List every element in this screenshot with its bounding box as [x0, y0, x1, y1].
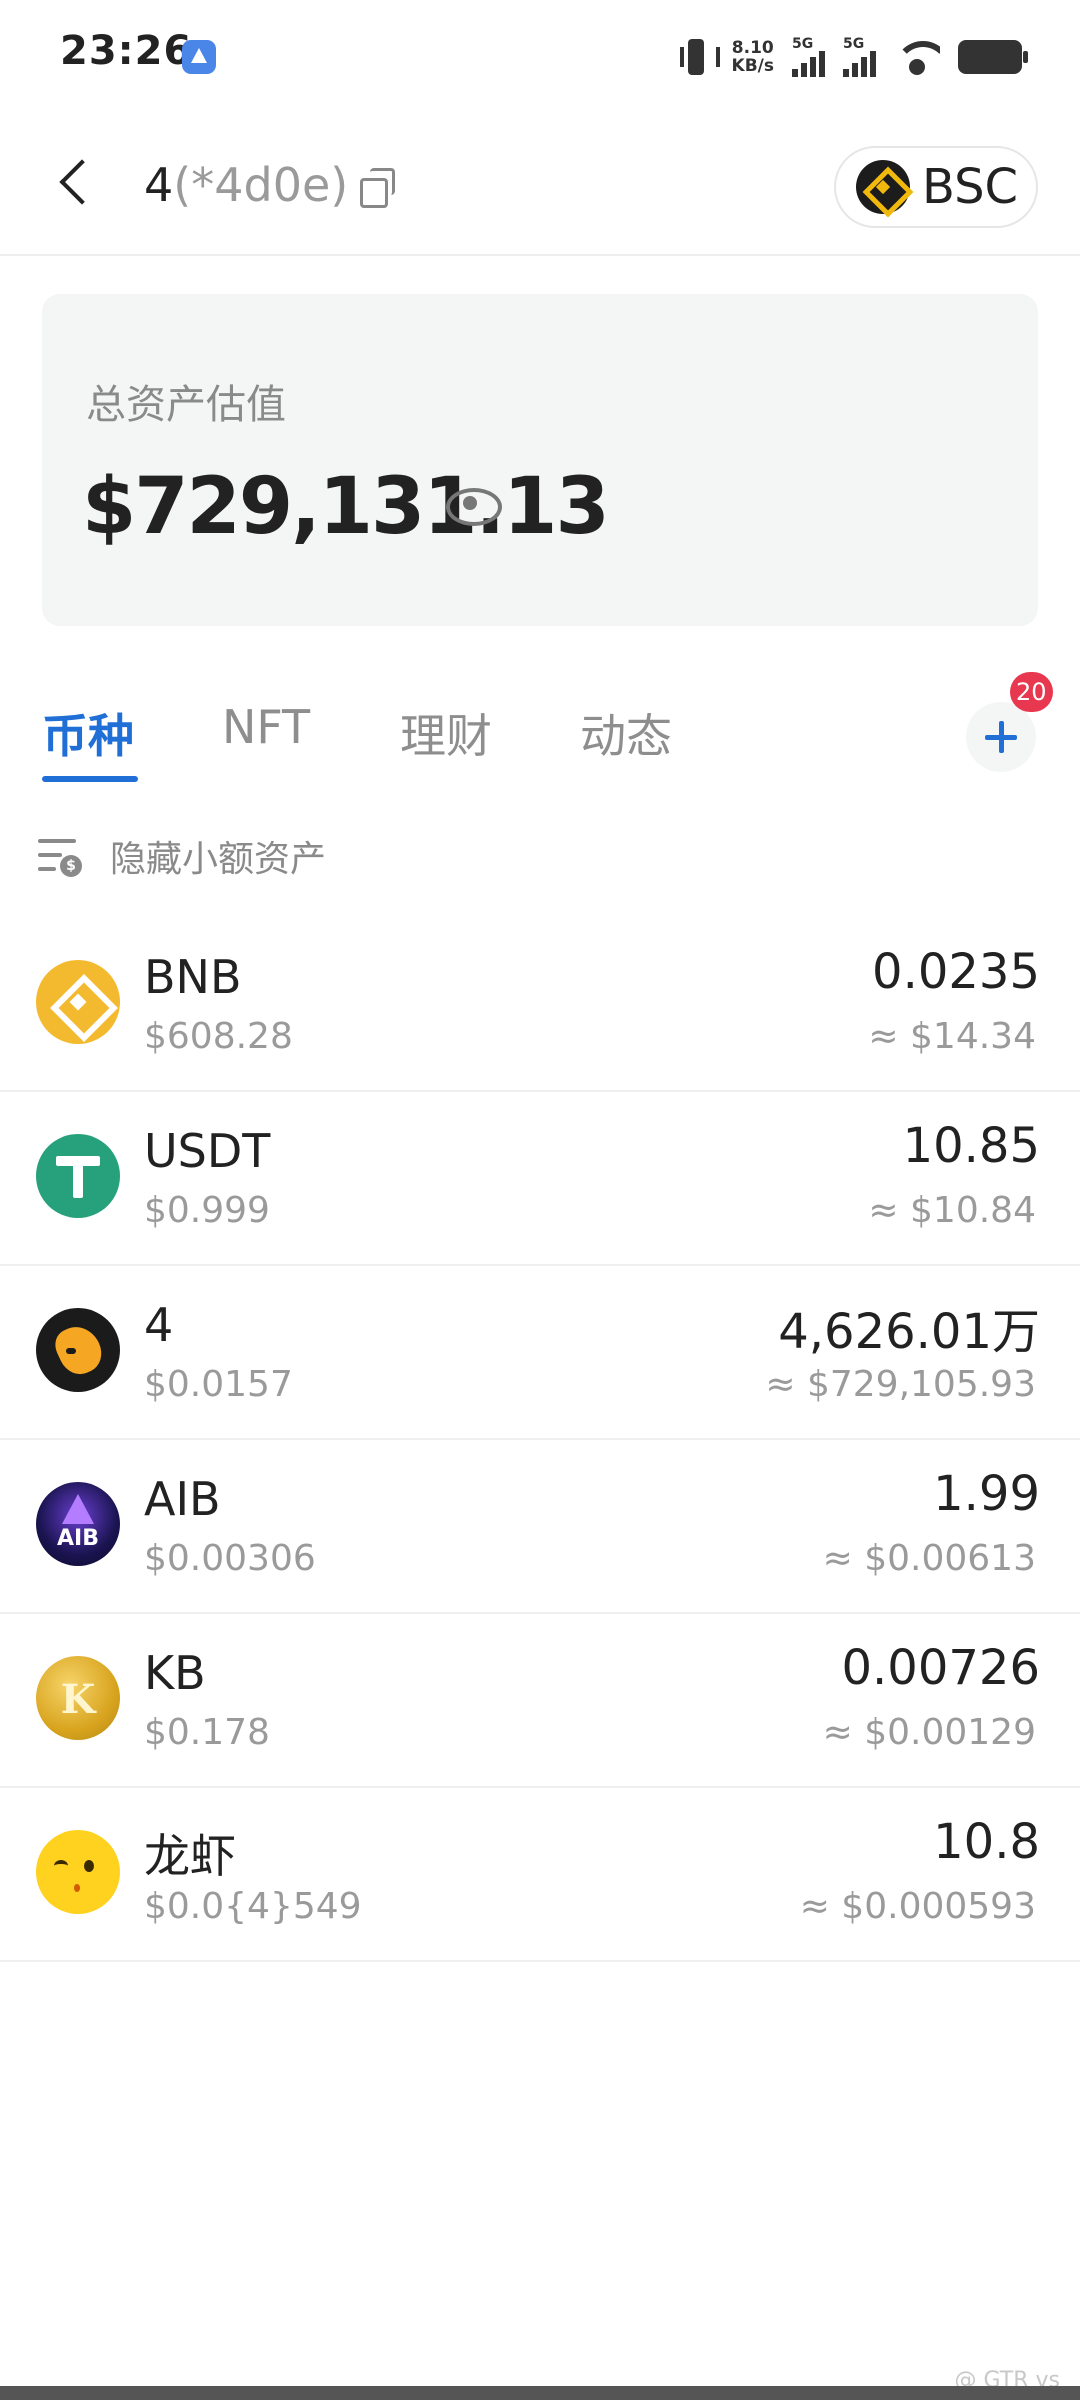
token-fiat-value: ≈ $0.00129 — [822, 1712, 1036, 1753]
token-price: $0.0{4}549 — [144, 1886, 362, 1927]
aib-icon-text: AIB — [57, 1526, 99, 1551]
sim1-label: 5G — [792, 36, 814, 52]
network-speed: 8.10 KB/s — [732, 39, 774, 75]
tab-activity[interactable]: 动态 — [580, 700, 672, 766]
kb-icon-text: K — [60, 1676, 96, 1723]
token-fiat-value: ≈ $10.84 — [868, 1190, 1036, 1231]
chain-selector-button[interactable]: BSC — [834, 146, 1038, 228]
tab-nft[interactable]: NFT — [222, 700, 310, 754]
token-price: $0.0157 — [144, 1364, 293, 1405]
token-fiat-value: ≈ $0.000593 — [799, 1886, 1036, 1927]
tab-finance[interactable]: 理财 — [400, 700, 492, 766]
back-button[interactable] — [52, 160, 98, 206]
network-speed-value: 8.10 — [731, 38, 774, 58]
wallet-address: (*4d0e) — [173, 158, 349, 212]
app-notification-icon — [182, 40, 216, 74]
add-token-button[interactable] — [966, 702, 1036, 772]
hide-small-assets-toggle[interactable]: $ 隐藏小额资产 — [38, 826, 326, 886]
token-amount: 4,626.01万 — [778, 1304, 1040, 1360]
wallet-name: 4 — [144, 158, 174, 212]
token-price: $0.999 — [144, 1190, 270, 1231]
copy-address-icon[interactable] — [360, 168, 396, 208]
network-speed-unit: KB/s — [731, 56, 774, 76]
token-list: BNB $608.28 0.0235 ≈ $14.34 USDT $0.999 … — [0, 918, 1080, 1962]
token-name: BNB — [144, 950, 242, 1004]
status-bar: 23:26 8.10 KB/s 5G 5G — [0, 0, 1080, 110]
longxia-icon — [36, 1830, 120, 1914]
status-indicators: 8.10 KB/s 5G 5G — [678, 30, 1028, 84]
chain-label: BSC — [922, 159, 1019, 215]
token-name: 4 — [144, 1298, 174, 1352]
signal-sim2-icon: 5G — [843, 37, 876, 77]
token-price: $608.28 — [144, 1016, 293, 1057]
tab-tokens[interactable]: 币种 — [42, 700, 134, 766]
kb-icon: K — [36, 1656, 120, 1740]
token-amount: 0.00726 — [841, 1640, 1041, 1696]
token-price: $0.00306 — [144, 1538, 316, 1579]
add-token-badge: 20 — [1010, 672, 1053, 712]
asset-tabs: 币种 NFT 理财 动态 20 — [0, 672, 1080, 790]
token-name: KB — [144, 1646, 206, 1700]
vibrate-icon — [678, 37, 720, 77]
toggle-visibility-eye-icon[interactable] — [446, 486, 502, 526]
token-row-bnb[interactable]: BNB $608.28 0.0235 ≈ $14.34 — [0, 918, 1080, 1092]
battery-icon — [958, 40, 1028, 74]
token-row-4[interactable]: 4 $0.0157 4,626.01万 ≈ $729,105.93 — [0, 1266, 1080, 1440]
signal-sim1-icon: 5G — [792, 37, 825, 77]
token-amount: 10.85 — [902, 1118, 1040, 1174]
token-fiat-value: ≈ $729,105.93 — [765, 1364, 1036, 1405]
token-name: USDT — [144, 1124, 271, 1178]
sim2-label: 5G — [843, 36, 865, 52]
token-row-kb[interactable]: K KB $0.178 0.00726 ≈ $0.00129 — [0, 1614, 1080, 1788]
active-tab-indicator — [42, 776, 138, 782]
bsc-logo-icon — [856, 160, 910, 214]
usdt-icon — [36, 1134, 120, 1218]
token-amount: 0.0235 — [872, 944, 1040, 1000]
token-fiat-value: ≈ $0.00613 — [822, 1538, 1036, 1579]
total-assets-label: 总资产估值 — [86, 382, 286, 428]
token-fiat-value: ≈ $14.34 — [868, 1016, 1036, 1057]
header: 4(*4d0e) BSC — [0, 110, 1080, 256]
wallet-title: 4(*4d0e) — [144, 158, 348, 212]
token-name: AIB — [144, 1472, 221, 1526]
token-row-usdt[interactable]: USDT $0.999 10.85 ≈ $10.84 — [0, 1092, 1080, 1266]
token-row-longxia[interactable]: 龙虾 $0.0{4}549 10.8 ≈ $0.000593 — [0, 1788, 1080, 1962]
bnb-icon — [36, 960, 120, 1044]
total-assets-value: $729,131.13 — [82, 462, 610, 552]
wifi-icon — [894, 39, 940, 75]
aib-icon: AIB — [36, 1482, 120, 1566]
four-token-icon — [36, 1308, 120, 1392]
token-name: 龙虾 — [144, 1829, 236, 1883]
token-price: $0.178 — [144, 1712, 270, 1753]
status-time: 23:26 — [60, 28, 193, 74]
token-amount: 1.99 — [933, 1466, 1040, 1522]
filter-coin-icon: $ — [38, 835, 82, 877]
asset-summary-card: 总资产估值 $729,131.13 — [42, 294, 1038, 626]
hide-small-assets-label: 隐藏小额资产 — [110, 839, 327, 880]
token-amount: 10.8 — [933, 1814, 1040, 1870]
bottom-strip — [0, 2386, 1080, 2400]
token-row-aib[interactable]: AIB AIB $0.00306 1.99 ≈ $0.00613 — [0, 1440, 1080, 1614]
